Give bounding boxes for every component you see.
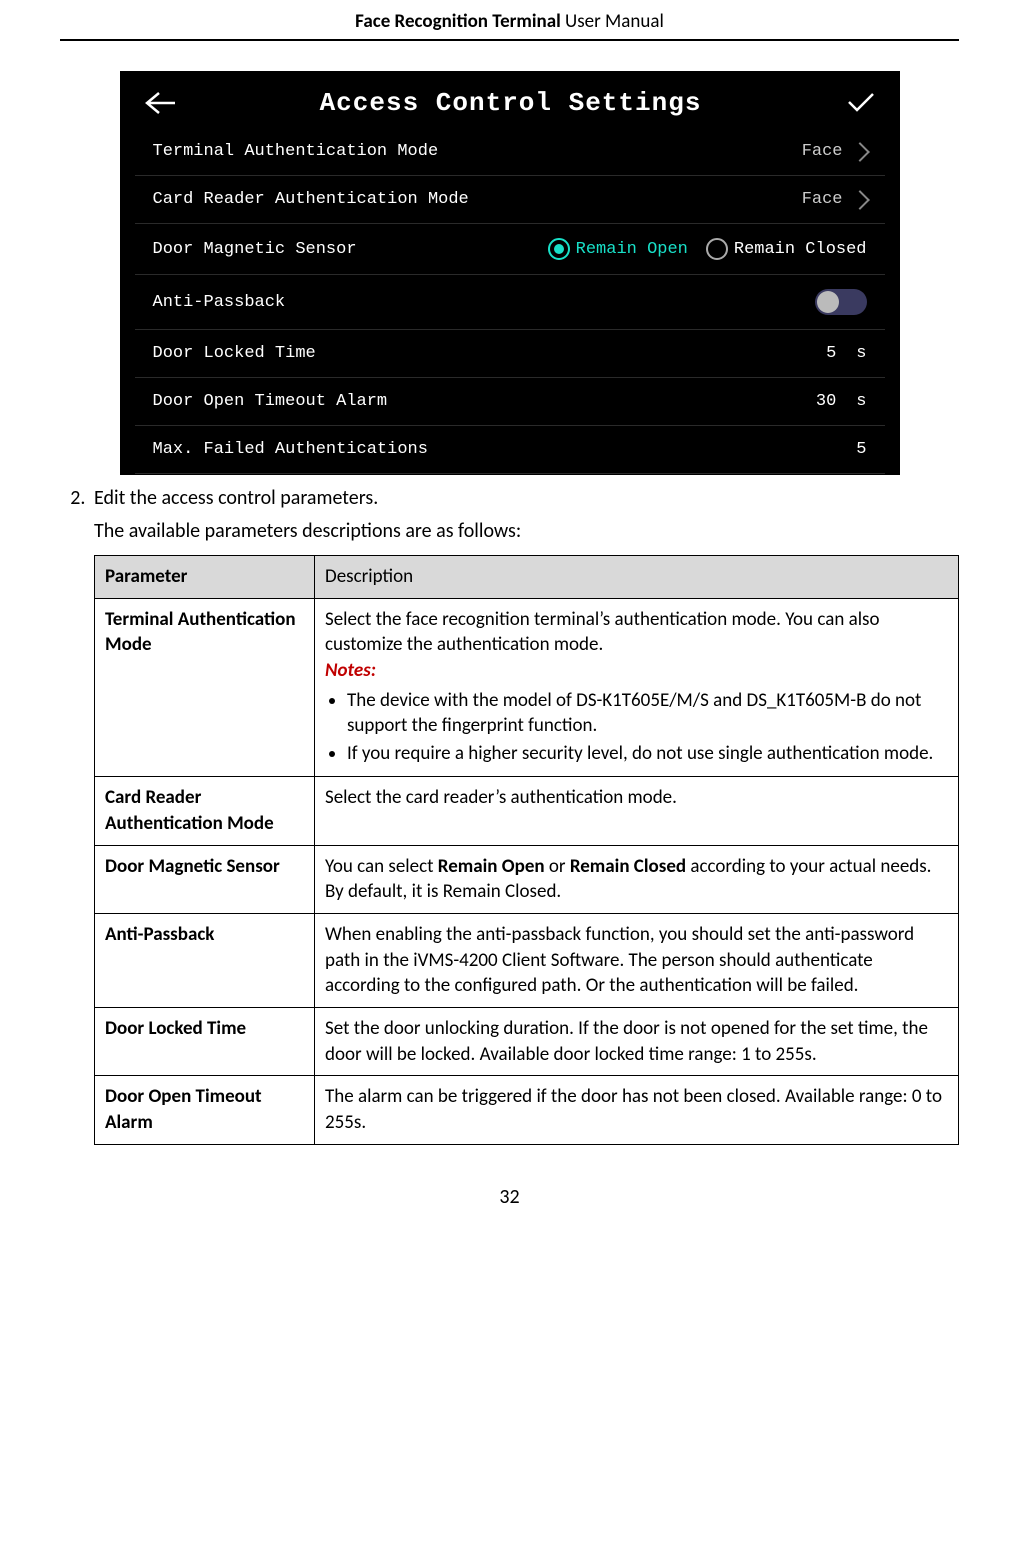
chevron-right-icon [850,190,870,210]
chevron-right-icon [850,142,870,162]
doc-title-rest: User Manual [561,10,664,33]
confirm-check-icon[interactable] [847,92,875,114]
desc-door-magnetic: You can select Remain Open or Remain Clo… [315,845,959,913]
notes-label: Notes: [325,658,948,684]
step-2-line1: Edit the access control parameters. [94,486,378,510]
door-locked-time-label: Door Locked Time [153,344,316,363]
door-magnetic-sensor-row: Door Magnetic Sensor Remain Open Remain … [135,224,885,275]
table-row: Door Locked Time Set the door unlocking … [95,1007,959,1075]
terminal-auth-label: Terminal Authentication Mode [153,142,439,161]
door-locked-time-unit: s [856,344,866,363]
header-parameter: Parameter [95,556,315,599]
param-door-magnetic: Door Magnetic Sensor [95,845,315,913]
terminal-auth-value: Face [802,142,843,161]
anti-passback-row: Anti-Passback [135,275,885,330]
step-2: Edit the access control parameters. [90,485,959,512]
door-open-timeout-row[interactable]: Door Open Timeout Alarm 30 s [135,378,885,426]
doc-title-bold: Face Recognition Terminal [355,10,561,33]
door-magnetic-label: Door Magnetic Sensor [153,240,357,259]
desc-card-reader-auth: Select the card reader’s authentication … [315,777,959,845]
card-reader-auth-label: Card Reader Authentication Mode [153,190,469,209]
terminal-auth-mode-row[interactable]: Terminal Authentication Mode Face [135,128,885,176]
max-failed-auth-row[interactable]: Max. Failed Authentications 5 [135,426,885,474]
card-reader-auth-mode-row[interactable]: Card Reader Authentication Mode Face [135,176,885,224]
table-row: Card Reader Authentication Mode Select t… [95,777,959,845]
terminal-screenshot: Access Control Settings Terminal Authent… [120,71,900,475]
param-terminal-auth: Terminal Authentication Mode [95,598,315,777]
table-header-row: Parameter Description [95,556,959,599]
param-door-locked-time: Door Locked Time [95,1007,315,1075]
parameter-table: Parameter Description Terminal Authentic… [94,555,959,1145]
desc-terminal-auth-intro: Select the face recognition terminal’s a… [325,607,948,658]
notes-bullet-2: If you require a higher security level, … [347,741,948,767]
table-row: Door Open Timeout Alarm The alarm can be… [95,1076,959,1144]
max-failed-auth-label: Max. Failed Authentications [153,440,428,459]
door-locked-time-value: 5 [814,344,836,363]
anti-passback-toggle[interactable] [815,289,867,315]
door-locked-time-row[interactable]: Door Locked Time 5 s [135,330,885,378]
document-header: Face Recognition Terminal User Manual [60,0,959,41]
table-row: Door Magnetic Sensor You can select Rema… [95,845,959,913]
remain-open-label: Remain Open [576,240,688,259]
card-reader-auth-value: Face [802,190,843,209]
anti-passback-label: Anti-Passback [153,293,286,312]
param-card-reader-auth: Card Reader Authentication Mode [95,777,315,845]
desc-door-open-timeout: The alarm can be triggered if the door h… [315,1076,959,1144]
door-open-timeout-unit: s [856,392,866,411]
door-open-timeout-value: 30 [814,392,836,411]
screenshot-header: Access Control Settings [121,72,899,128]
screenshot-title: Access Control Settings [175,88,847,118]
notes-bullet-1: The device with the model of DS-K1T605E/… [347,688,948,739]
param-anti-passback: Anti-Passback [95,914,315,1008]
desc-anti-passback: When enabling the anti-passback function… [315,914,959,1008]
remain-closed-radio[interactable]: Remain Closed [706,238,867,260]
max-failed-auth-value: 5 [845,440,867,459]
door-open-timeout-label: Door Open Timeout Alarm [153,392,388,411]
desc-door-locked-time: Set the door unlocking duration. If the … [315,1007,959,1075]
radio-selected-icon [548,238,570,260]
remain-open-radio[interactable]: Remain Open [548,238,688,260]
table-row: Terminal Authentication Mode Select the … [95,598,959,777]
param-door-open-timeout: Door Open Timeout Alarm [95,1076,315,1144]
page-number: 32 [60,1185,959,1209]
radio-unselected-icon [706,238,728,260]
header-description: Description [315,556,959,599]
back-arrow-icon[interactable] [145,91,175,115]
remain-closed-label: Remain Closed [734,240,867,259]
desc-terminal-auth: Select the face recognition terminal’s a… [315,598,959,777]
step-2-line2: The available parameters descriptions ar… [94,518,959,545]
table-row: Anti-Passback When enabling the anti-pas… [95,914,959,1008]
